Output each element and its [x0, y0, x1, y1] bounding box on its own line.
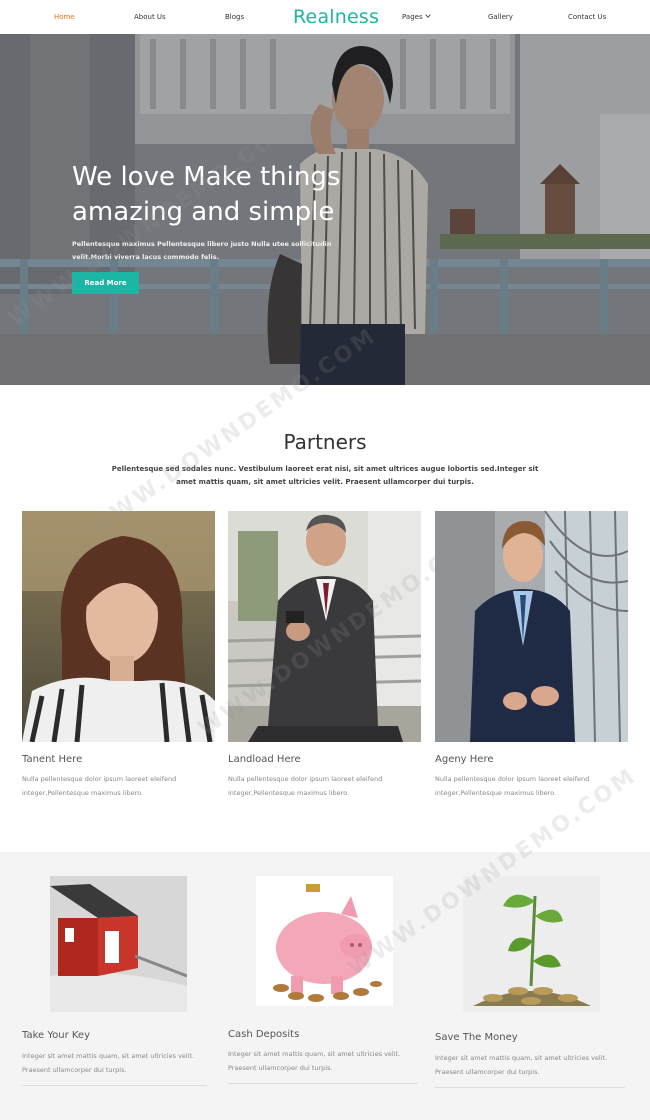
service-title-cash[interactable]: Cash Deposits: [228, 1029, 299, 1040]
service-image-key: [50, 876, 187, 1012]
read-more-button[interactable]: Read More: [72, 272, 139, 294]
nav-pages[interactable]: Pages: [402, 12, 431, 21]
nav-gallery[interactable]: Gallery: [488, 13, 513, 21]
nav-about-us[interactable]: About Us: [134, 13, 166, 21]
site-logo[interactable]: Realness: [293, 6, 379, 28]
hero-subtitle: Pellentesque maximus Pellentesque libero…: [72, 240, 332, 261]
partner-photo-tenant: [22, 511, 215, 742]
service-divider: [22, 1085, 207, 1086]
service-image-piggy: [256, 876, 393, 1006]
partner-title-landlord[interactable]: Landload Here: [228, 754, 301, 765]
service-divider: [228, 1083, 418, 1084]
nav-home[interactable]: Home: [54, 13, 75, 21]
hero-title-line2: amazing and simple: [72, 197, 335, 227]
partner-photo-agency: [435, 511, 628, 742]
hero-banner: We love Make things amazing and simple P…: [0, 34, 650, 385]
service-image-plant: [463, 876, 600, 1012]
hero-title-line1: We love Make things: [72, 162, 341, 192]
partner-text-landlord: Nulla pellentesque dolor ipsum laoreet e…: [228, 775, 383, 797]
nav-contact-us[interactable]: Contact Us: [568, 13, 606, 21]
partners-title: Partners: [283, 430, 367, 454]
nav-pages-label: Pages: [402, 13, 423, 21]
partners-description: Pellentesque sed sodales nunc. Vestibulu…: [111, 465, 539, 486]
top-nav: Home About Us Blogs Realness Pages Galle…: [0, 0, 650, 34]
service-text-cash: Integer sit amet mattis quam, sit amet u…: [228, 1050, 401, 1072]
partner-photo-landlord: [228, 511, 421, 742]
partner-title-agency[interactable]: Ageny Here: [435, 754, 494, 765]
service-text-save: Integer sit amet mattis quam, sit amet u…: [435, 1054, 608, 1076]
nav-blogs[interactable]: Blogs: [225, 13, 244, 21]
service-divider: [435, 1087, 625, 1088]
partner-text-tenant: Nulla pellentesque dolor ipsum laoreet e…: [22, 775, 177, 797]
partner-title-tenant[interactable]: Tanent Here: [22, 754, 82, 765]
partner-text-agency: Nulla pellentesque dolor ipsum laoreet e…: [435, 775, 590, 797]
hero-title: We love Make things amazing and simple: [72, 160, 392, 230]
service-title-save[interactable]: Save The Money: [435, 1032, 518, 1043]
service-text-key: Integer sit amet mattis quam, sit amet u…: [22, 1052, 195, 1074]
service-title-key[interactable]: Take Your Key: [22, 1030, 90, 1041]
chevron-down-icon: [424, 12, 431, 18]
